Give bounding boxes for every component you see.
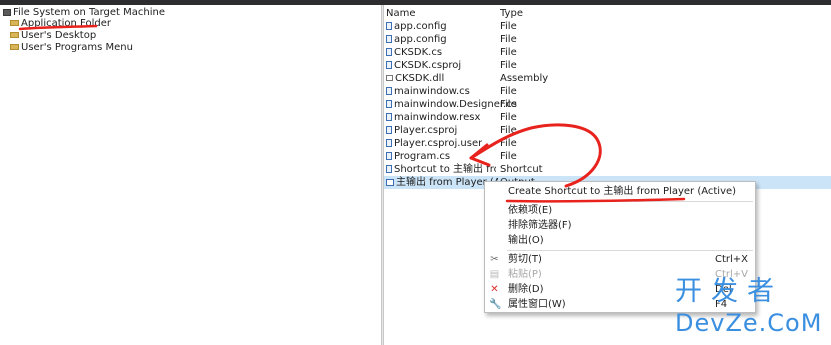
file-icon [386,35,392,43]
list-item-type: File [500,99,517,110]
menu-item-label: 排除筛选器(F) [508,220,572,231]
menu-item-label: 依赖项(E) [508,205,553,216]
shortcut-icon [386,165,392,173]
file-icon [386,139,392,147]
list-item-type: Assembly [500,73,549,84]
watermark-site: DevZe.CoM [675,309,823,337]
folder-icon [10,20,19,26]
folder-icon [10,32,19,38]
scissors-icon: ✂ [490,254,499,265]
file-icon [386,113,392,121]
list-item-name: 主输出 from Player (Acti... [396,177,498,188]
list-item[interactable]: mainwindow.cs File [384,85,831,98]
file-icon [386,126,392,134]
menu-item-label: 删除(D) [508,284,544,295]
assembly-icon [386,75,393,81]
list-item-type: Shortcut [500,164,543,175]
list-item-name: CKSDK.csproj [394,60,462,71]
list-item-type: File [500,151,517,162]
list-item-name: Shortcut to 主输出 from ... [394,164,496,175]
list-item[interactable]: Player.csproj.user File [384,137,831,150]
menu-item-create-shortcut[interactable]: Create Shortcut to 主输出 from Player (Acti… [485,184,755,199]
list-item-type: File [500,138,517,149]
list-item-type: File [500,112,517,123]
list-item-name: mainwindow.cs [394,86,470,97]
computer-icon [3,8,11,16]
list-item[interactable]: mainwindow.Designer.cs File [384,98,831,111]
menu-item-cut[interactable]: ✂ 剪切(T) Ctrl+X [485,252,755,267]
list-item[interactable]: CKSDK.cs File [384,46,831,59]
list-item-name: Player.csproj.user [394,138,483,149]
tree-item-application-folder[interactable]: Application Folder [10,18,111,30]
tree-item-label: User's Desktop [21,30,97,41]
delete-icon: ✕ [490,284,499,295]
list-item-name: Player.csproj [394,125,458,136]
menu-item-exclude-filter[interactable]: 排除筛选器(F) [485,218,755,233]
list-item-name: mainwindow.Designer.cs [394,99,517,110]
list-item-name: app.config [394,21,447,32]
tree-item-label: User's Programs Menu [21,42,133,53]
list-item[interactable]: mainwindow.resx File [384,111,831,124]
list-item-type: File [500,21,517,32]
menu-item-dependencies[interactable]: 依赖项(E) [485,203,755,218]
file-icon [386,152,392,160]
menu-item-label: 属性窗口(W) [508,299,566,310]
list-item[interactable]: CKSDK.dll Assembly [384,72,831,85]
list-item-name: CKSDK.dll [395,73,445,84]
file-icon [386,61,392,69]
file-icon [386,22,392,30]
paste-icon: ▤ [489,269,500,280]
menu-separator [507,250,753,251]
tree-item-label: Application Folder [21,18,111,29]
menu-item-label: 输出(O) [508,235,544,246]
list-item-type: File [500,34,517,45]
list-item-type: File [500,47,517,58]
list-item-name: app.config [394,34,447,45]
list-item[interactable]: app.config File [384,20,831,33]
column-header-name[interactable]: Name [386,8,416,20]
menu-item-label: Create Shortcut to 主输出 from Player (Acti… [508,186,737,197]
tree-root-label: File System on Target Machine [13,7,165,18]
menu-item-label: 粘贴(P) [508,269,542,280]
tree-item-users-programs-menu[interactable]: User's Programs Menu [10,42,133,54]
column-header-type[interactable]: Type [500,8,523,20]
menu-item-label: 剪切(T) [508,254,542,265]
menu-item-shortcut: Ctrl+X [715,254,749,265]
file-system-tree[interactable]: File System on Target Machine Applicatio… [0,5,381,345]
list-item[interactable]: Player.csproj File [384,124,831,137]
file-icon [386,87,392,95]
list-item-type: File [500,125,517,136]
list-item[interactable]: Program.cs File [384,150,831,163]
menu-separator [507,201,753,202]
file-icon [386,48,392,56]
watermark: 开发者 DevZe.CoM [673,277,823,339]
list-item-name: CKSDK.cs [394,47,443,58]
list-item[interactable]: Shortcut to 主输出 from ... Shortcut [384,163,831,176]
tree-item-users-desktop[interactable]: User's Desktop [10,30,96,42]
wrench-icon: 🔧 [489,299,502,310]
list-item[interactable]: app.config File [384,33,831,46]
list-item-name: Program.cs [394,151,451,162]
list-item-type: File [500,60,517,71]
menu-item-outputs[interactable]: 输出(O) [485,233,755,248]
list-item-name: mainwindow.resx [394,112,481,123]
watermark-chinese: 开发者 [675,276,783,307]
file-icon [386,100,392,108]
output-icon [386,178,394,186]
folder-icon [10,44,19,50]
list-item-type: File [500,86,517,97]
list-item[interactable]: CKSDK.csproj File [384,59,831,72]
